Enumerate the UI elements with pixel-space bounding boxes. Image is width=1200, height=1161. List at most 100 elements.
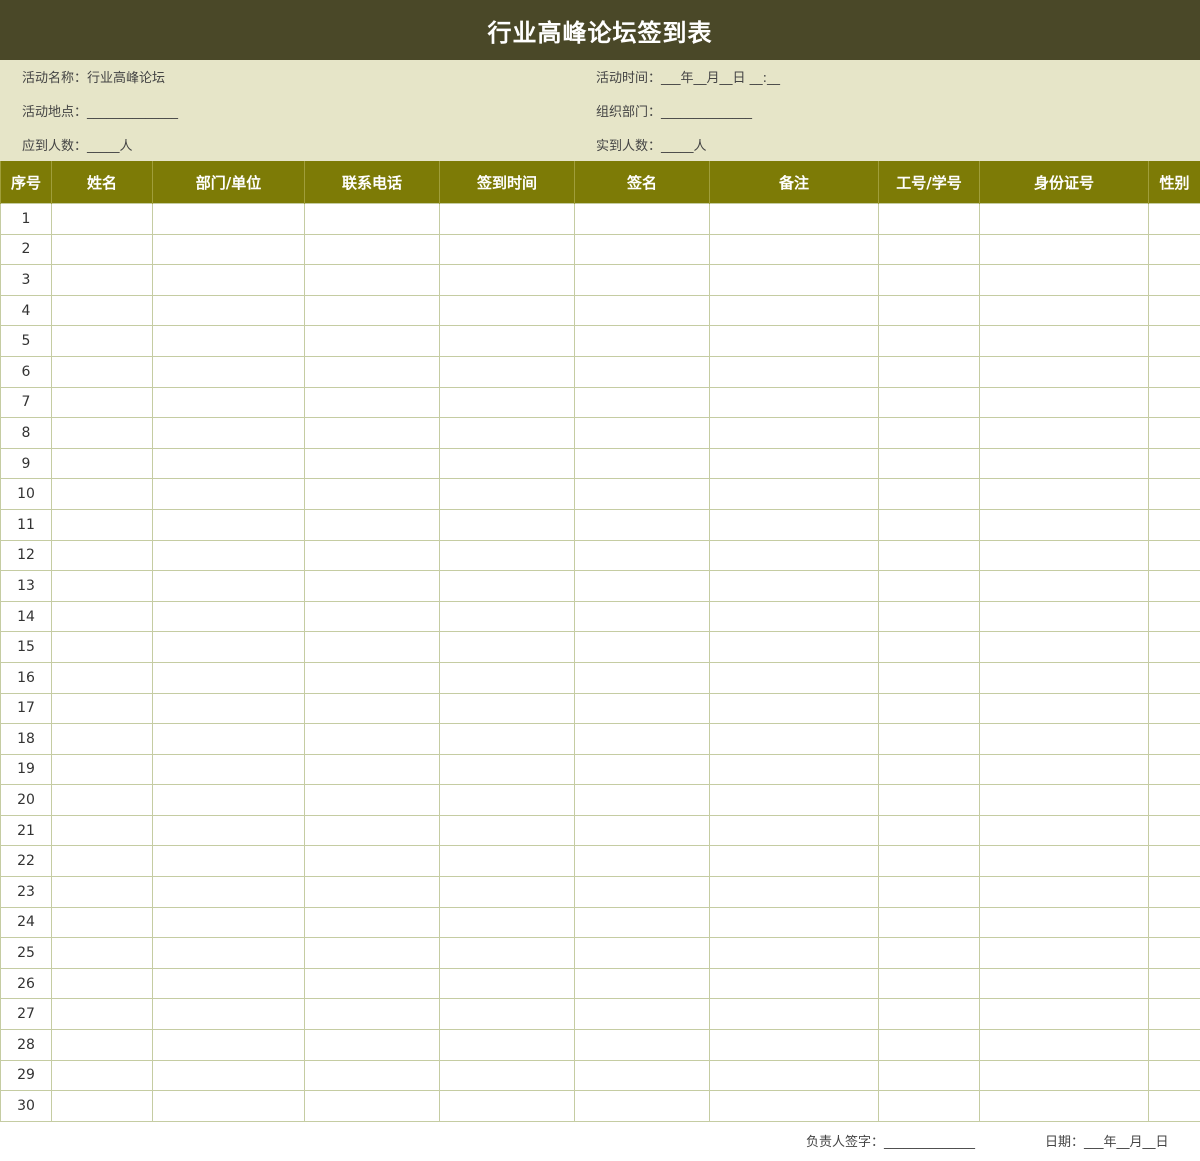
table-cell[interactable] (979, 753, 1149, 786)
table-cell[interactable] (878, 937, 980, 969)
table-cell[interactable] (51, 417, 153, 449)
table-cell[interactable] (51, 386, 153, 419)
table-cell[interactable] (304, 661, 440, 694)
table-cell[interactable] (574, 508, 710, 541)
table-cell[interactable] (152, 447, 305, 480)
table-cell[interactable] (878, 845, 980, 878)
table-cell[interactable] (878, 906, 980, 939)
table-cell[interactable] (979, 1059, 1149, 1092)
table-cell[interactable] (304, 447, 440, 480)
table-cell[interactable] (51, 233, 153, 266)
table-cell[interactable] (1148, 753, 1200, 786)
table-cell[interactable] (439, 967, 575, 1000)
table-cell[interactable] (709, 478, 879, 510)
table-cell[interactable] (152, 570, 305, 602)
table-cell[interactable] (979, 508, 1149, 541)
table-cell[interactable] (709, 906, 879, 939)
table-cell[interactable] (304, 692, 440, 725)
table-cell[interactable] (152, 845, 305, 878)
table-cell[interactable] (1148, 570, 1200, 602)
table-cell[interactable] (51, 294, 153, 327)
table-cell[interactable] (152, 906, 305, 939)
table-cell[interactable] (878, 814, 980, 847)
table-cell[interactable] (979, 661, 1149, 694)
table-cell[interactable] (1148, 478, 1200, 510)
table-cell[interactable] (304, 631, 440, 663)
table-cell[interactable] (152, 692, 305, 725)
table-cell[interactable] (574, 539, 710, 572)
table-cell[interactable] (51, 753, 153, 786)
table-cell[interactable] (878, 692, 980, 725)
table-cell[interactable] (304, 478, 440, 510)
table-cell[interactable] (878, 631, 980, 663)
table-cell[interactable] (439, 294, 575, 327)
table-cell[interactable] (878, 723, 980, 755)
table-cell[interactable] (979, 325, 1149, 357)
table-cell[interactable] (439, 233, 575, 266)
table-cell[interactable] (51, 723, 153, 755)
table-cell[interactable] (979, 294, 1149, 327)
table-cell[interactable] (1148, 1029, 1200, 1061)
table-cell[interactable] (574, 845, 710, 878)
table-cell[interactable] (574, 1029, 710, 1061)
table-cell[interactable] (1148, 631, 1200, 663)
table-cell[interactable] (439, 723, 575, 755)
table-cell[interactable] (574, 478, 710, 510)
table-cell[interactable] (878, 478, 980, 510)
table-cell[interactable] (574, 203, 710, 235)
table-cell[interactable] (709, 417, 879, 449)
table-cell[interactable] (51, 1090, 153, 1122)
table-cell[interactable] (574, 417, 710, 449)
table-cell[interactable] (709, 447, 879, 480)
table-cell[interactable] (1148, 1059, 1200, 1092)
table-cell[interactable] (878, 1029, 980, 1061)
table-cell[interactable] (304, 570, 440, 602)
table-cell[interactable] (439, 203, 575, 235)
table-cell[interactable] (1148, 294, 1200, 327)
table-cell[interactable] (51, 631, 153, 663)
table-cell[interactable] (878, 998, 980, 1031)
table-cell[interactable] (1148, 661, 1200, 694)
table-cell[interactable] (574, 294, 710, 327)
table-cell[interactable] (152, 539, 305, 572)
table-cell[interactable] (439, 355, 575, 388)
table-cell[interactable] (709, 845, 879, 878)
table-cell[interactable] (574, 325, 710, 357)
table-cell[interactable] (51, 784, 153, 816)
table-cell[interactable] (1148, 508, 1200, 541)
table-cell[interactable] (51, 447, 153, 480)
table-cell[interactable] (574, 386, 710, 419)
table-cell[interactable] (979, 998, 1149, 1031)
table-cell[interactable] (304, 417, 440, 449)
table-cell[interactable] (152, 1059, 305, 1092)
table-cell[interactable] (304, 294, 440, 327)
table-cell[interactable] (51, 508, 153, 541)
table-cell[interactable] (51, 203, 153, 235)
table-cell[interactable] (439, 998, 575, 1031)
table-cell[interactable] (878, 1090, 980, 1122)
table-cell[interactable] (304, 600, 440, 633)
table-cell[interactable] (574, 753, 710, 786)
table-cell[interactable] (1148, 447, 1200, 480)
table-cell[interactable] (979, 600, 1149, 633)
table-cell[interactable] (51, 876, 153, 908)
table-cell[interactable] (574, 876, 710, 908)
table-cell[interactable] (51, 814, 153, 847)
table-cell[interactable] (439, 906, 575, 939)
table-cell[interactable] (439, 845, 575, 878)
table-cell[interactable] (979, 570, 1149, 602)
table-cell[interactable] (709, 600, 879, 633)
table-cell[interactable] (979, 967, 1149, 1000)
table-cell[interactable] (152, 508, 305, 541)
table-cell[interactable] (51, 1029, 153, 1061)
table-cell[interactable] (574, 967, 710, 1000)
table-cell[interactable] (1148, 600, 1200, 633)
table-cell[interactable] (304, 539, 440, 572)
table-cell[interactable] (574, 937, 710, 969)
table-cell[interactable] (709, 539, 879, 572)
table-cell[interactable] (709, 203, 879, 235)
table-cell[interactable] (439, 784, 575, 816)
table-cell[interactable] (51, 600, 153, 633)
table-cell[interactable] (304, 998, 440, 1031)
table-cell[interactable] (51, 937, 153, 969)
